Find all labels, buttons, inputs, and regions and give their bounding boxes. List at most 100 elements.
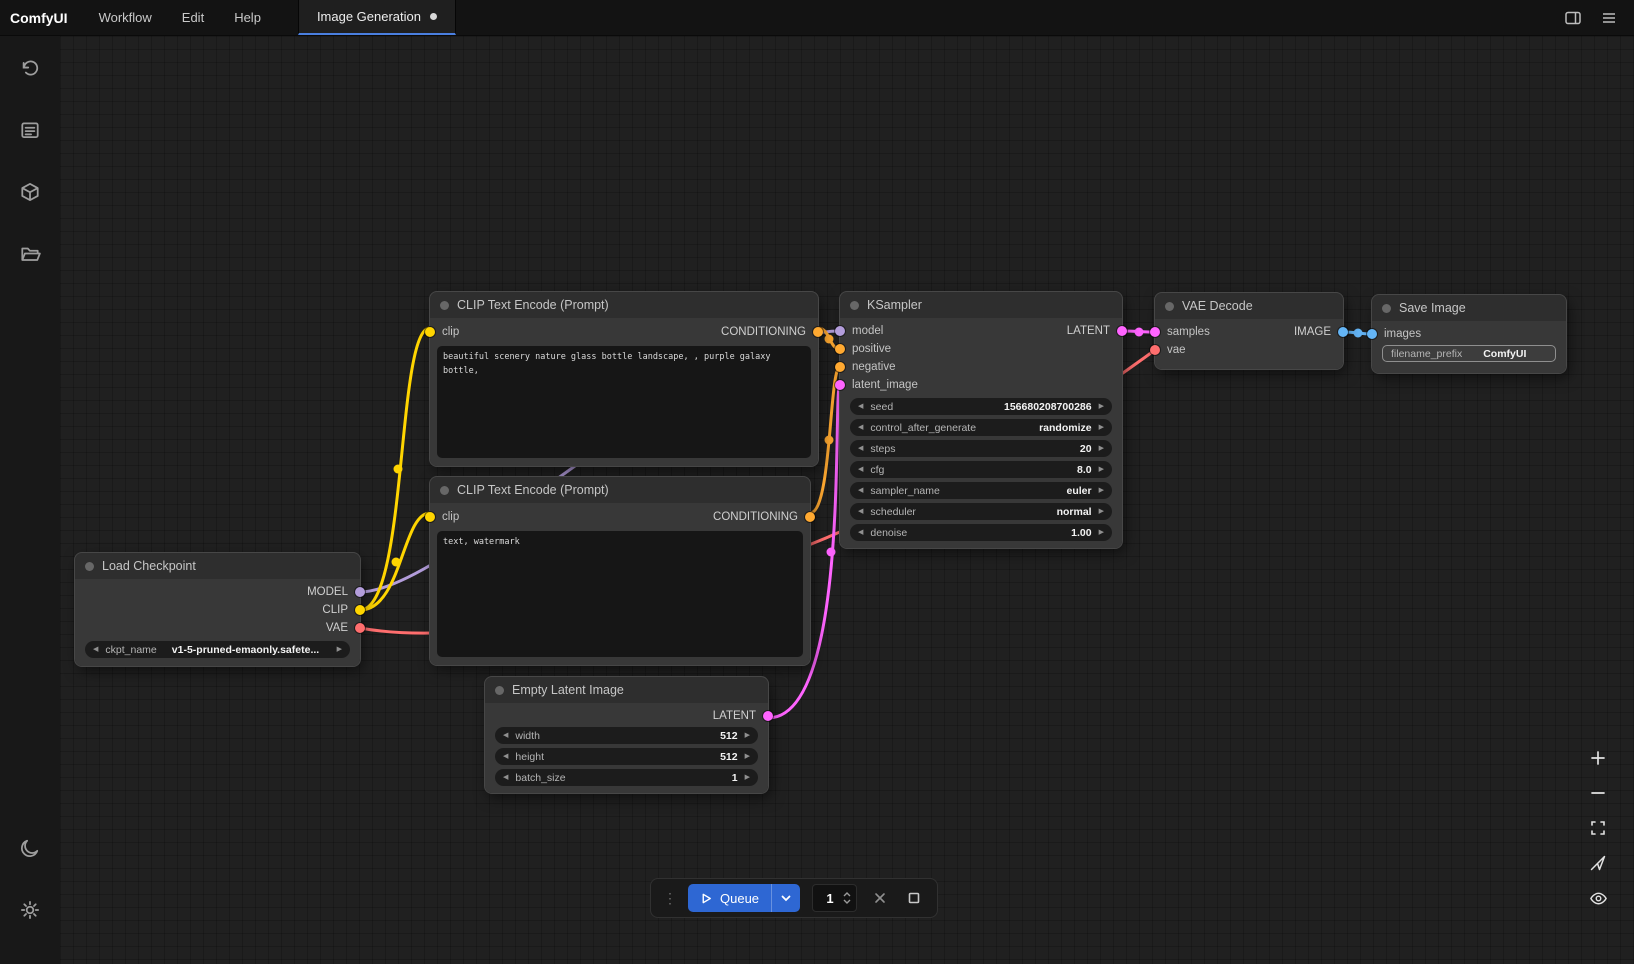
node-title-bar[interactable]: Save Image <box>1372 295 1566 321</box>
wire-clip-positive[interactable] <box>360 328 430 610</box>
input-port-images[interactable] <box>1367 329 1377 339</box>
prev-value-icon[interactable]: ◀ <box>858 529 863 536</box>
prompt-textarea[interactable]: text, watermark <box>437 531 803 657</box>
next-value-icon[interactable]: ▶ <box>1099 529 1104 536</box>
prompt-textarea[interactable]: beautiful scenery nature glass bottle la… <box>437 346 811 458</box>
prev-value-icon[interactable]: ◀ <box>503 753 508 760</box>
node-canvas[interactable]: Load Checkpoint MODEL CLIP VAE ◀ ckpt_na… <box>60 36 1634 964</box>
widget-cfg[interactable]: ◀ cfg 8.0 ▶ <box>850 461 1112 478</box>
output-port-clip[interactable] <box>355 605 365 615</box>
node-clip-text-encode-positive[interactable]: CLIP Text Encode (Prompt) clip CONDITION… <box>430 292 818 466</box>
theme-toggle-moon-icon[interactable] <box>10 828 50 868</box>
collapse-dot[interactable] <box>1382 304 1391 313</box>
prev-value-icon[interactable]: ◀ <box>93 646 98 653</box>
next-value-icon[interactable]: ▶ <box>1099 508 1104 515</box>
next-value-icon[interactable]: ▶ <box>745 753 750 760</box>
widget-height[interactable]: ◀ height 512 ▶ <box>495 748 758 765</box>
widget-batch-size[interactable]: ◀ batch_size 1 ▶ <box>495 769 758 786</box>
interrupt-x-icon[interactable] <box>869 887 891 909</box>
link-midpoint-dot[interactable] <box>825 436 834 445</box>
prev-value-icon[interactable]: ◀ <box>858 445 863 452</box>
queue-button[interactable]: Queue <box>688 884 771 912</box>
input-port-vae[interactable] <box>1150 345 1160 355</box>
link-midpoint-dot[interactable] <box>392 558 401 567</box>
node-title-bar[interactable]: CLIP Text Encode (Prompt) <box>430 477 810 503</box>
link-midpoint-dot[interactable] <box>394 465 403 474</box>
next-value-icon[interactable]: ▶ <box>1099 487 1104 494</box>
node-title-bar[interactable]: VAE Decode <box>1155 293 1343 319</box>
batch-count-spinner[interactable]: 1 <box>812 884 857 912</box>
input-port-clip[interactable] <box>425 512 435 522</box>
next-value-icon[interactable]: ▶ <box>337 646 342 653</box>
output-port-vae[interactable] <box>355 623 365 633</box>
wire-clip-negative[interactable] <box>360 513 430 610</box>
link-midpoint-dot[interactable] <box>1135 328 1144 337</box>
prev-value-icon[interactable]: ◀ <box>503 732 508 739</box>
collapse-dot[interactable] <box>440 301 449 310</box>
next-value-icon[interactable]: ▶ <box>1099 424 1104 431</box>
output-port-latent[interactable] <box>763 711 773 721</box>
link-midpoint-dot[interactable] <box>1354 329 1363 338</box>
panel-toggle-icon[interactable] <box>1562 7 1584 29</box>
menu-help[interactable]: Help <box>219 0 276 35</box>
widget-width[interactable]: ◀ width 512 ▶ <box>495 727 758 744</box>
output-port-model[interactable] <box>355 587 365 597</box>
node-title-bar[interactable]: KSampler <box>840 292 1122 318</box>
widget-denoise[interactable]: ◀ denoise 1.00 ▶ <box>850 524 1112 541</box>
node-ksampler[interactable]: KSampler model LATENT positive negative … <box>840 292 1122 548</box>
input-port-clip[interactable] <box>425 327 435 337</box>
link-midpoint-dot[interactable] <box>827 548 836 557</box>
next-value-icon[interactable]: ▶ <box>745 774 750 781</box>
widget-sampler-name[interactable]: ◀ sampler_name euler ▶ <box>850 482 1112 499</box>
next-value-icon[interactable]: ▶ <box>1099 466 1104 473</box>
workflows-folder-icon[interactable] <box>10 234 50 274</box>
widget-scheduler[interactable]: ◀ scheduler normal ▶ <box>850 503 1112 520</box>
input-port-samples[interactable] <box>1150 327 1160 337</box>
input-port-negative[interactable] <box>835 362 845 372</box>
prev-value-icon[interactable]: ◀ <box>858 508 863 515</box>
menu-workflow[interactable]: Workflow <box>84 0 167 35</box>
node-save-image[interactable]: Save Image images filename_prefix ComfyU… <box>1372 295 1566 373</box>
collapse-dot[interactable] <box>495 686 504 695</box>
output-port-image[interactable] <box>1338 327 1348 337</box>
workflow-tab[interactable]: Image Generation <box>298 0 456 35</box>
drag-handle-icon[interactable]: ⋮ <box>663 890 676 907</box>
input-port-latent-image[interactable] <box>835 380 845 390</box>
prev-value-icon[interactable]: ◀ <box>858 424 863 431</box>
output-port-latent[interactable] <box>1117 326 1127 336</box>
prev-value-icon[interactable]: ◀ <box>858 403 863 410</box>
input-port-model[interactable] <box>835 326 845 336</box>
widget-seed[interactable]: ◀ seed 156680208700286 ▶ <box>850 398 1112 415</box>
node-title-bar[interactable]: Empty Latent Image <box>485 677 768 703</box>
prev-value-icon[interactable]: ◀ <box>858 487 863 494</box>
node-clip-text-encode-negative[interactable]: CLIP Text Encode (Prompt) clip CONDITION… <box>430 477 810 665</box>
node-title-bar[interactable]: Load Checkpoint <box>75 553 360 579</box>
next-value-icon[interactable]: ▶ <box>1099 403 1104 410</box>
select-mode-cursor-icon[interactable] <box>1588 853 1608 873</box>
next-value-icon[interactable]: ▶ <box>745 732 750 739</box>
fit-view-icon[interactable] <box>1588 818 1608 838</box>
hamburger-menu-icon[interactable] <box>1598 7 1620 29</box>
menu-edit[interactable]: Edit <box>167 0 219 35</box>
node-empty-latent-image[interactable]: Empty Latent Image LATENT ◀ width 512 ▶ … <box>485 677 768 793</box>
collapse-dot[interactable] <box>1165 302 1174 311</box>
output-port-conditioning[interactable] <box>805 512 815 522</box>
collapse-dot[interactable] <box>440 486 449 495</box>
stop-square-icon[interactable] <box>903 887 925 909</box>
link-midpoint-dot[interactable] <box>825 335 834 344</box>
node-vae-decode[interactable]: VAE Decode samples IMAGE vae <box>1155 293 1343 369</box>
widget-ckpt-name[interactable]: ◀ ckpt_name v1-5-pruned-emaonly.safete..… <box>85 641 350 658</box>
node-title-bar[interactable]: CLIP Text Encode (Prompt) <box>430 292 818 318</box>
prev-value-icon[interactable]: ◀ <box>503 774 508 781</box>
collapse-dot[interactable] <box>85 562 94 571</box>
next-value-icon[interactable]: ▶ <box>1099 445 1104 452</box>
workflow-history-icon[interactable] <box>10 48 50 88</box>
output-port-conditioning[interactable] <box>813 327 823 337</box>
toggle-link-visibility-eye-icon[interactable] <box>1588 888 1608 908</box>
zoom-out-icon[interactable] <box>1588 783 1608 803</box>
widget-steps[interactable]: ◀ steps 20 ▶ <box>850 440 1112 457</box>
input-port-positive[interactable] <box>835 344 845 354</box>
widget-filename-prefix[interactable]: filename_prefix ComfyUI <box>1382 345 1556 362</box>
widget-control-after-generate[interactable]: ◀ control_after_generate randomize ▶ <box>850 419 1112 436</box>
model-library-icon[interactable] <box>10 172 50 212</box>
